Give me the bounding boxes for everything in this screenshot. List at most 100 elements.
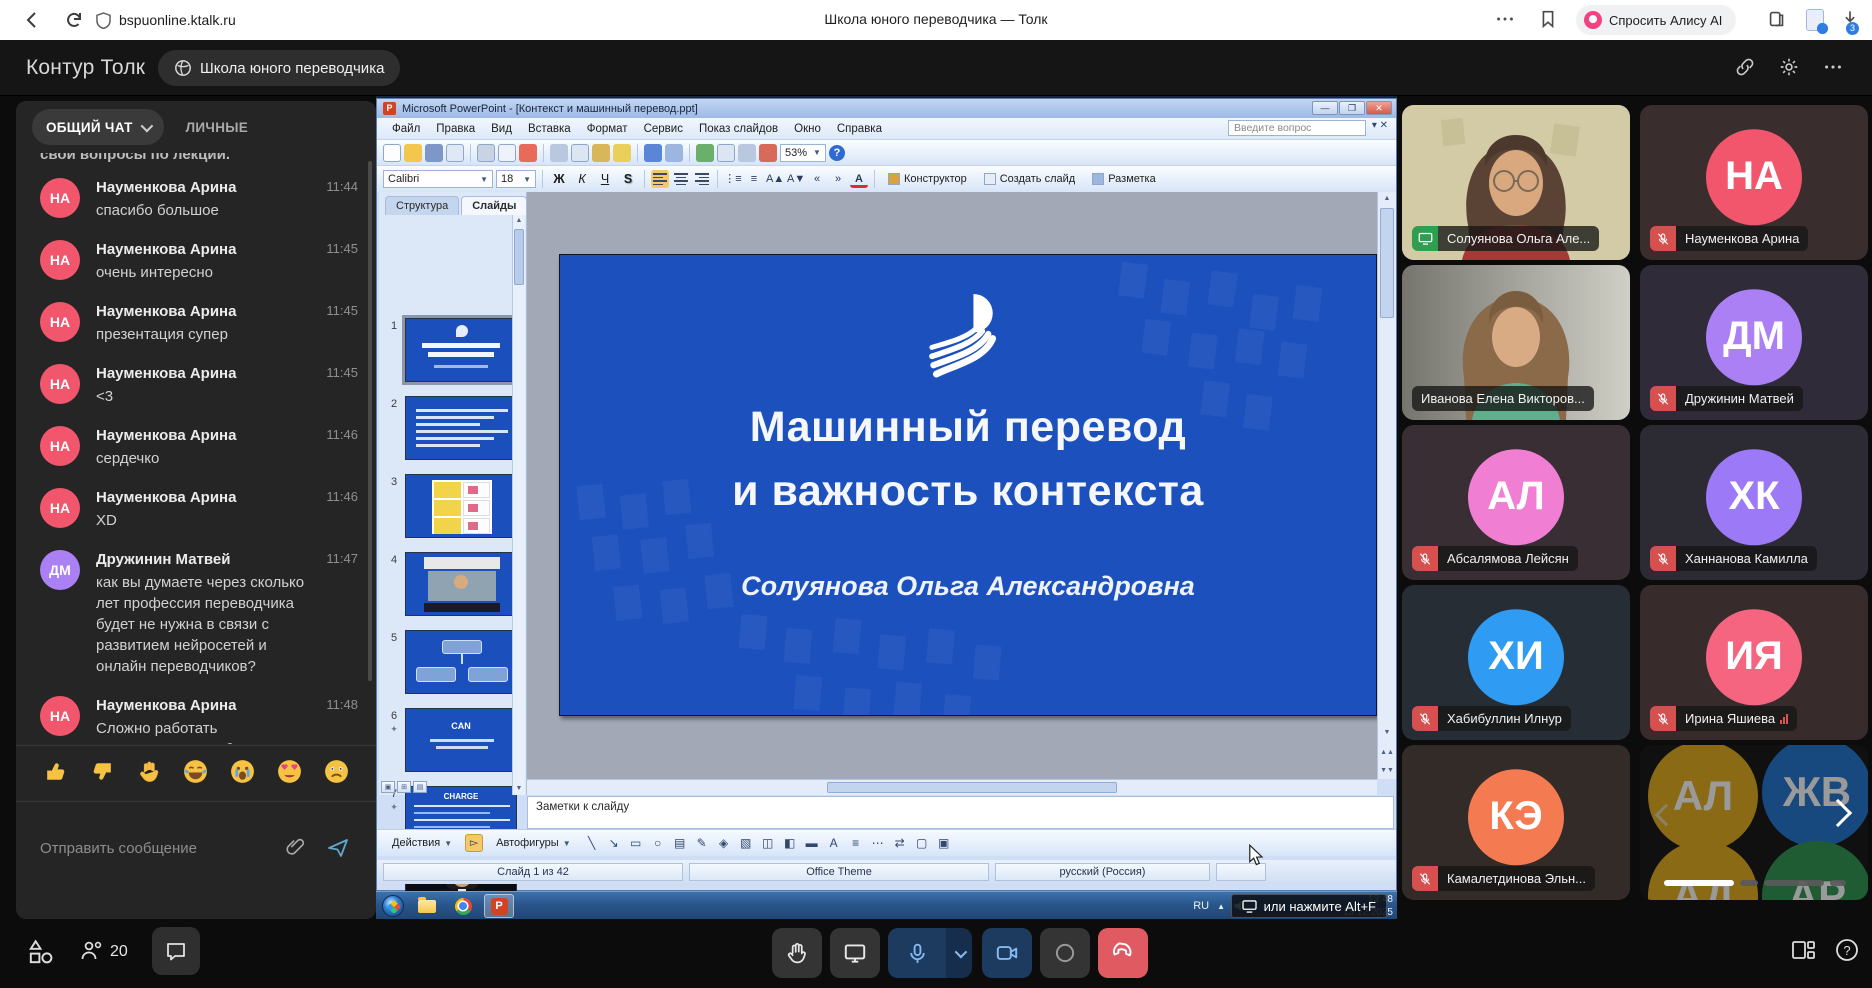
slide-thumbnail-3[interactable] [405, 474, 517, 538]
tab-common-chat[interactable]: ОБЩИЙ ЧАТ [32, 109, 164, 145]
slide-thumbnail-6[interactable]: CAN [405, 708, 517, 772]
font-color-icon[interactable]: А [850, 170, 868, 188]
grow-font-icon[interactable]: А▲ [766, 170, 784, 188]
shared-screen-area[interactable]: P Microsoft PowerPoint - [Контекст и маш… [376, 96, 1397, 919]
scroll-up-icon[interactable]: ▲ [513, 215, 525, 227]
autoshapes-menu[interactable]: Автофигуры▼ [489, 833, 578, 853]
numbered-list-icon[interactable]: ⋮≡ [724, 170, 742, 188]
send-message-icon[interactable] [326, 836, 350, 860]
shrink-font-icon[interactable]: А▼ [787, 170, 805, 188]
line-style-icon[interactable]: ≡ [848, 836, 864, 850]
fill-color-icon[interactable]: ◧ [782, 836, 798, 850]
slide-horizontal-scrollbar[interactable] [527, 779, 1377, 795]
frown-reaction[interactable] [323, 758, 350, 790]
dash-style-icon[interactable]: ⋯ [870, 836, 886, 850]
chart-icon[interactable] [696, 144, 714, 162]
scroll-thumb[interactable] [1380, 208, 1394, 318]
new-slide-button[interactable]: Создать слайд [977, 169, 1082, 189]
font-size-select[interactable]: 18▼ [496, 170, 536, 188]
shadow-button[interactable]: S [618, 169, 638, 189]
copy-icon[interactable] [571, 144, 589, 162]
menu-item-сервис[interactable]: Сервис [637, 121, 690, 137]
menu-item-правка[interactable]: Правка [429, 121, 482, 137]
font-name-select[interactable]: Calibri▼ [383, 170, 493, 188]
line-color-icon[interactable]: ▬ [804, 836, 820, 850]
layout-button[interactable]: Разметка [1085, 169, 1163, 189]
menu-item-справка[interactable]: Справка [830, 121, 889, 137]
tab-outline[interactable]: Структура [385, 196, 459, 215]
table-icon[interactable] [717, 144, 735, 162]
slide-thumbnail-2[interactable] [405, 396, 517, 460]
thumbs-down-reaction[interactable] [89, 758, 116, 790]
align-right-icon[interactable] [693, 170, 711, 188]
bullet-list-icon[interactable]: ≡ [745, 170, 763, 188]
redo-icon[interactable] [665, 144, 683, 162]
normal-view-button[interactable]: ▣ [381, 781, 395, 793]
participant-tile-5[interactable]: АЛ Абсалямова Лейсян [1402, 425, 1630, 580]
actions-menu[interactable]: Действия▼ [385, 833, 459, 853]
ask-question-input[interactable]: Введите вопрос [1228, 120, 1366, 136]
align-left-icon[interactable] [651, 170, 669, 188]
align-center-icon[interactable] [672, 170, 690, 188]
slide-thumbnail-5[interactable] [405, 630, 517, 694]
record-button[interactable] [1040, 928, 1090, 978]
slide-vertical-scrollbar[interactable]: ▲ ▼ ▲▲ ▼▼ [1377, 192, 1396, 779]
paste-icon[interactable] [592, 144, 610, 162]
help-icon[interactable]: ? [1834, 937, 1860, 963]
microphone-options-button[interactable] [946, 928, 972, 978]
spelling-icon[interactable] [519, 144, 537, 162]
next-slide-button[interactable]: ▼▼ [1378, 765, 1396, 777]
bold-button[interactable]: Ж [549, 169, 569, 189]
indent-more-icon[interactable]: » [829, 170, 847, 188]
tab-slides[interactable]: Слайды [461, 196, 527, 215]
undo-icon[interactable] [644, 144, 662, 162]
italic-button[interactable]: К [572, 169, 592, 189]
raise-hand-button[interactable] [772, 928, 822, 978]
save-icon[interactable] [425, 144, 443, 162]
scroll-down-icon[interactable]: ▼ [513, 783, 525, 795]
more-icon[interactable] [1494, 8, 1516, 30]
new-icon[interactable] [383, 144, 401, 162]
preview-icon[interactable] [498, 144, 516, 162]
cry-reaction[interactable] [229, 758, 256, 790]
menu-item-показ-слайдов[interactable]: Показ слайдов [692, 121, 785, 137]
pane-scrollbar[interactable]: ▲ ▼ [512, 215, 525, 795]
joy-reaction[interactable] [182, 758, 209, 790]
participant-tile-8[interactable]: ИЯ Ирина Яшиева [1640, 585, 1868, 740]
keyboard-language[interactable]: RU [1193, 900, 1209, 912]
menu-item-окно[interactable]: Окно [787, 121, 828, 137]
menu-item-формат[interactable]: Формат [580, 121, 635, 137]
select-pointer-icon[interactable]: ▻ [465, 834, 483, 852]
room-name-pill[interactable]: Школа юного переводчика [158, 50, 400, 86]
microphone-button[interactable] [888, 928, 946, 978]
slide-thumbnail-1[interactable] [405, 318, 517, 382]
diagram-icon[interactable]: ◈ [716, 836, 732, 850]
open-icon[interactable] [404, 144, 422, 162]
copy-link-icon[interactable] [1734, 56, 1756, 78]
reactions-shapes-icon[interactable] [26, 937, 56, 967]
shadow-icon[interactable]: ▢ [914, 836, 930, 850]
painter-icon[interactable] [613, 144, 631, 162]
scroll-down-icon[interactable]: ▼ [1378, 727, 1396, 739]
chat-scrollbar[interactable] [368, 161, 372, 681]
bookmark-icon[interactable] [1537, 8, 1559, 30]
clipart-icon[interactable]: ▧ [738, 836, 754, 850]
message-input[interactable]: Отправить сообщение [40, 840, 197, 857]
scroll-thumb[interactable] [827, 782, 1117, 793]
participant-tile-7[interactable]: ХИ Хабибуллин Илнур [1402, 585, 1630, 740]
wordart-icon[interactable]: ✎ [694, 836, 710, 850]
participant-tile-9[interactable]: КЭ Камалетдинова Эльн... [1402, 745, 1630, 900]
settings-gear-icon[interactable] [1778, 56, 1800, 78]
scroll-up-icon[interactable]: ▲ [1378, 193, 1396, 205]
taskbar-powerpoint-button[interactable]: P [484, 894, 514, 918]
close-button[interactable]: ✕ [1366, 101, 1392, 115]
grid-icon[interactable] [738, 144, 756, 162]
thumbs-up-reaction[interactable] [42, 758, 69, 790]
start-button[interactable] [382, 895, 404, 917]
participants-icon[interactable] [78, 937, 106, 965]
slideshow-view-button[interactable]: ▤ [413, 781, 427, 793]
participant-tile-10[interactable]: АЛЖВАДАР [1640, 745, 1868, 900]
color-icon[interactable] [759, 144, 777, 162]
tab-personal-chat[interactable]: ЛИЧНЫЕ [186, 120, 248, 135]
slide-thumbnail-4[interactable] [405, 552, 517, 616]
